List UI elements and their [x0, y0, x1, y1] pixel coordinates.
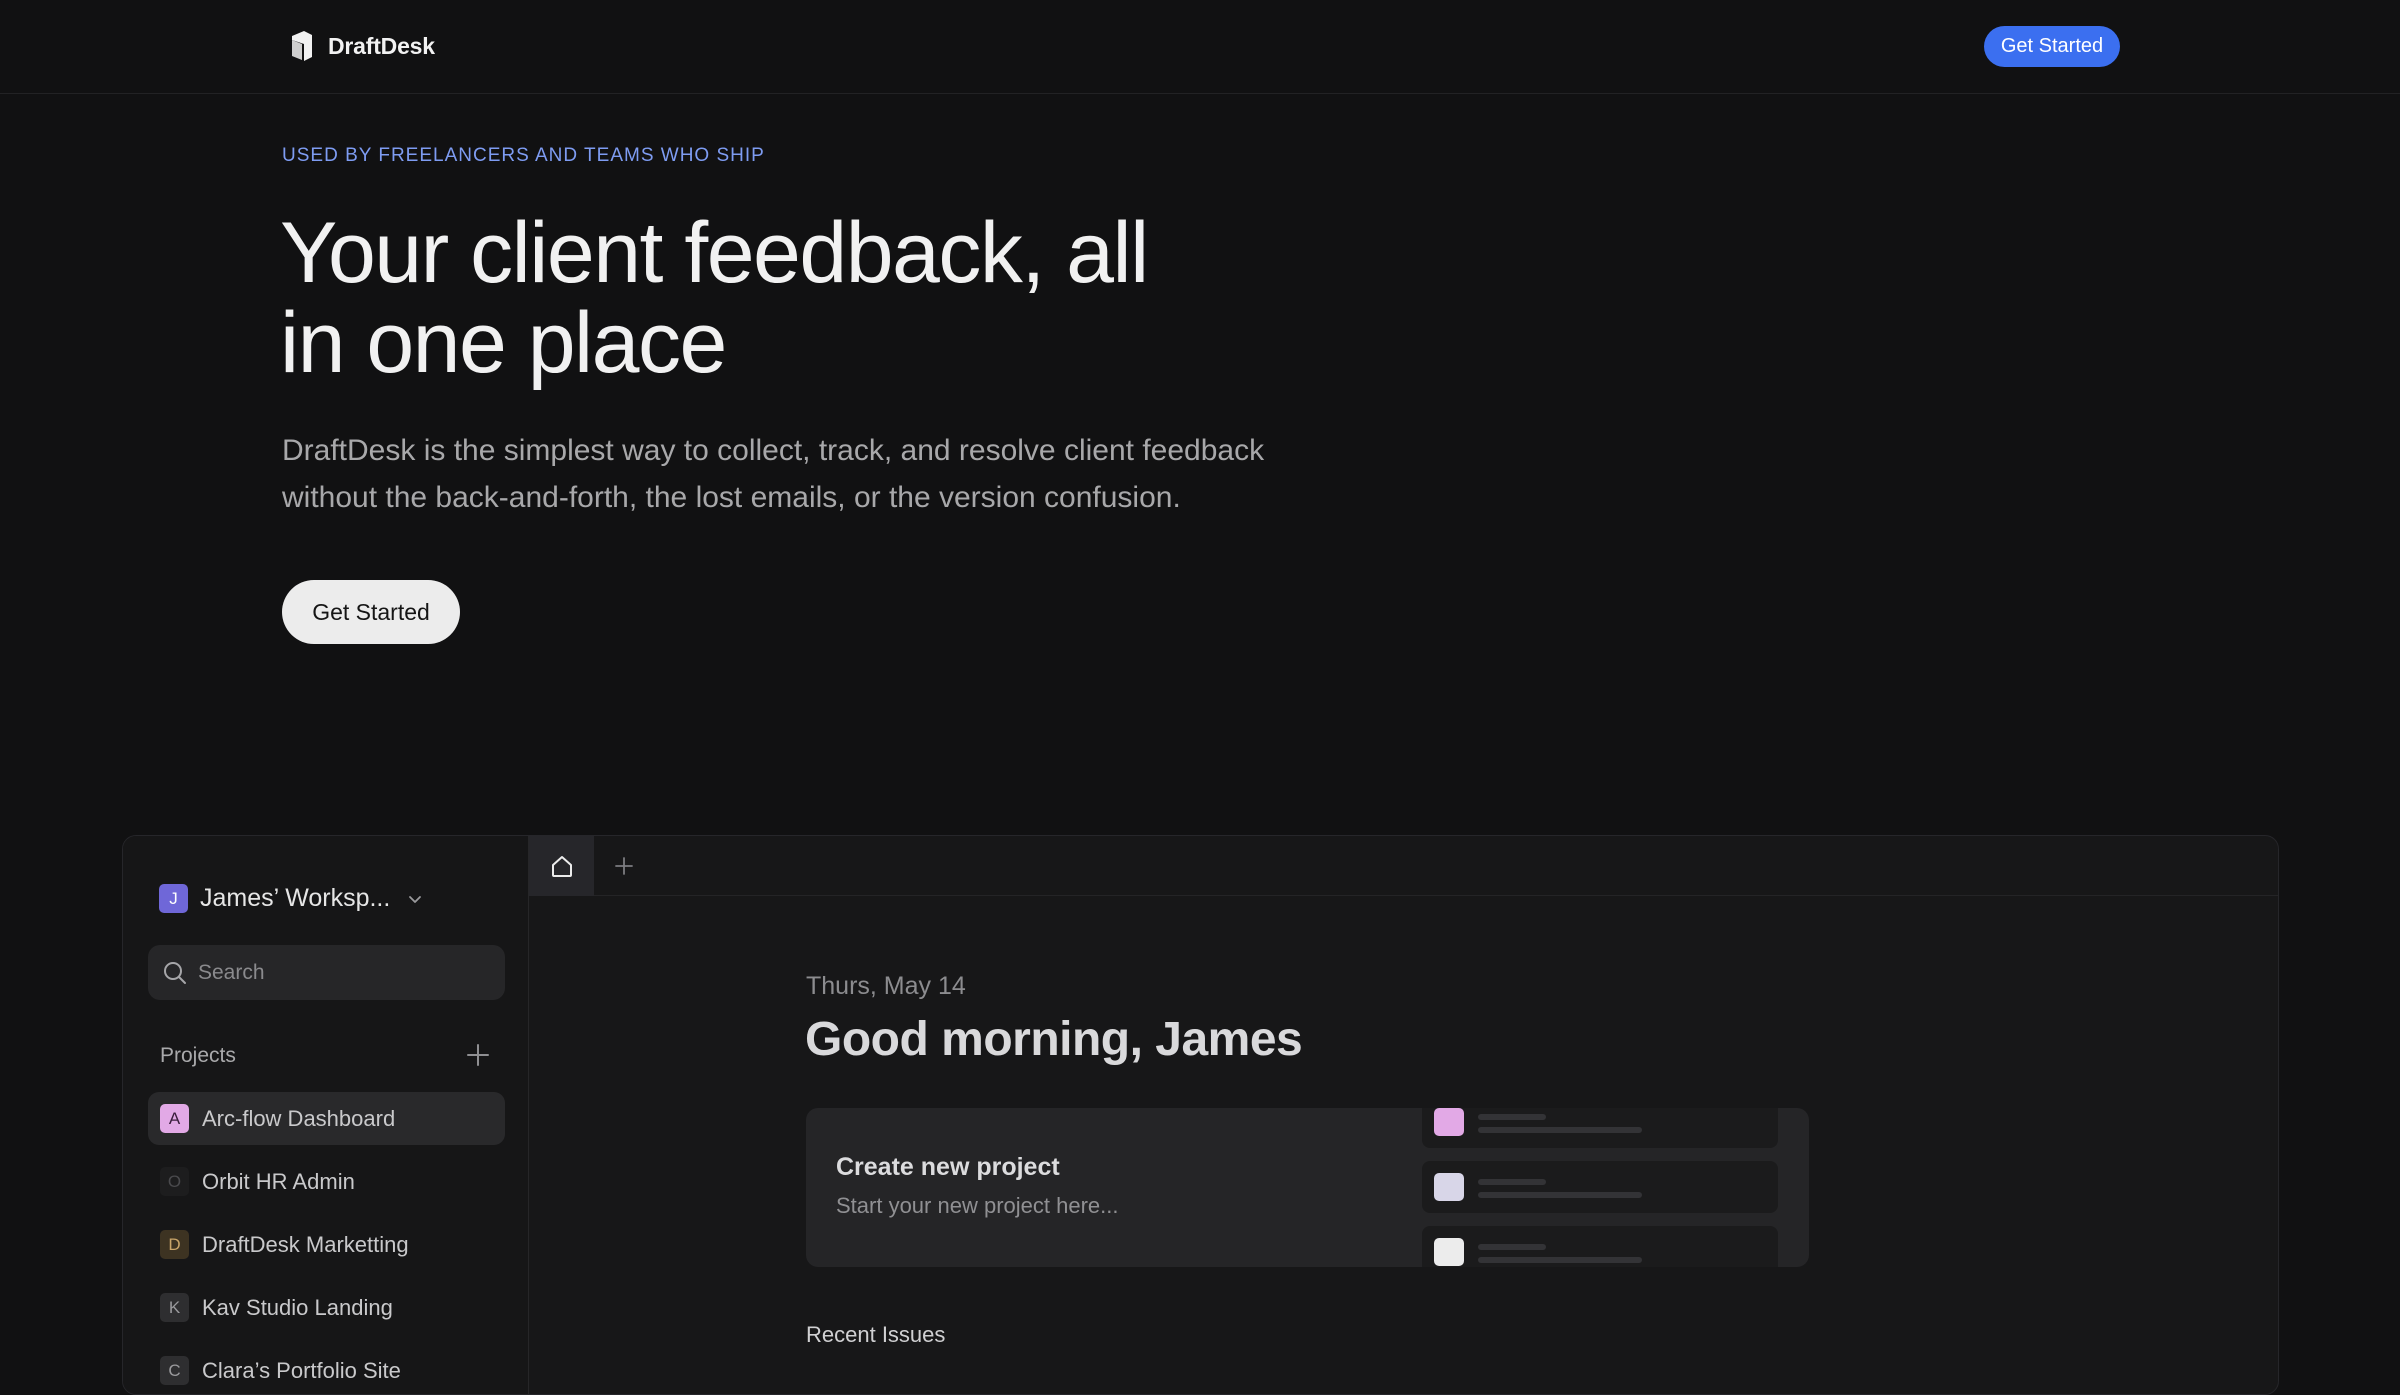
illustration-line — [1478, 1257, 1642, 1263]
card-title: Create new project — [836, 1153, 1060, 1181]
workspace-switcher[interactable]: J James’ Worksp... — [159, 884, 424, 913]
illustration-line — [1478, 1244, 1546, 1250]
sidebar-project-item[interactable]: C Clara’s Portfolio Site — [148, 1344, 505, 1394]
projects-heading: Projects — [160, 1044, 236, 1067]
illustration-swatch — [1434, 1108, 1464, 1136]
illustration-line — [1478, 1127, 1642, 1133]
project-list: A Arc-flow Dashboard O Orbit HR Admin D Draft… — [148, 1092, 505, 1394]
headline-line-1: Your client feedback, all — [280, 205, 1149, 301]
draftdesk-logo-icon — [292, 31, 312, 61]
current-date: Thurs, May 14 — [806, 972, 966, 1000]
illustration-row — [1422, 1108, 1778, 1148]
add-tab-icon[interactable] — [611, 853, 637, 879]
brand-name: DraftDesk — [328, 32, 435, 59]
project-label: Kav Studio Landing — [202, 1294, 393, 1320]
sidebar-project-item[interactable]: A Arc-flow Dashboard — [148, 1092, 505, 1145]
create-project-card[interactable]: Create new project Start your new projec… — [806, 1108, 1809, 1267]
brand-logo[interactable]: DraftDesk — [288, 30, 435, 62]
nav-get-started-button[interactable]: Get Started — [1984, 26, 2120, 67]
hero-subtitle: DraftDesk is the simplest way to collect… — [282, 427, 1362, 521]
top-nav: DraftDesk Get Started — [0, 0, 2400, 94]
search-input[interactable] — [198, 960, 478, 985]
project-label: Clara’s Portfolio Site — [202, 1357, 401, 1383]
project-avatar: C — [160, 1356, 189, 1385]
subtitle-line-2: without the back-and-forth, the lost ema… — [282, 481, 1181, 514]
project-label: Arc-flow Dashboard — [202, 1105, 396, 1131]
illustration-line — [1478, 1114, 1546, 1120]
project-avatar: D — [160, 1230, 189, 1259]
hero-get-started-button[interactable]: Get Started — [282, 580, 460, 644]
chevron-down-icon — [409, 895, 422, 903]
card-illustration — [1422, 1108, 1778, 1267]
project-avatar: O — [160, 1167, 189, 1196]
sidebar-project-item[interactable]: K Kav Studio Landing — [148, 1281, 505, 1334]
project-label: DraftDesk Marketting — [202, 1231, 409, 1257]
sidebar-search[interactable] — [148, 945, 505, 1000]
hero-headline: Your client feedback, all in one place — [280, 208, 1280, 388]
sidebar: J James’ Worksp... Projects A Arc-flow Da… — [123, 836, 529, 1394]
card-subtitle: Start your new project here... — [836, 1193, 1119, 1218]
project-avatar: K — [160, 1293, 189, 1322]
sidebar-project-item[interactable]: D DraftDesk Marketting — [148, 1218, 505, 1271]
project-avatar: A — [160, 1104, 189, 1133]
illustration-swatch — [1434, 1173, 1464, 1201]
app-preview-window: J James’ Worksp... Projects A Arc-flow Da… — [122, 835, 2279, 1395]
illustration-swatch — [1434, 1238, 1464, 1266]
hero-eyebrow: USED BY FREELANCERS AND TEAMS WHO SHIP — [282, 145, 765, 166]
illustration-line — [1478, 1192, 1642, 1198]
workspace-avatar: J — [159, 884, 188, 913]
project-label: Orbit HR Admin — [202, 1168, 355, 1194]
workspace-name: James’ Worksp... — [200, 884, 391, 912]
headline-line-2: in one place — [280, 295, 727, 391]
sidebar-project-item[interactable]: O Orbit HR Admin — [148, 1155, 505, 1208]
main-panel: Thurs, May 14 Good morning, James Create… — [529, 836, 2278, 1394]
illustration-row — [1422, 1226, 1778, 1267]
illustration-line — [1478, 1179, 1546, 1185]
home-icon — [551, 856, 572, 877]
illustration-row — [1422, 1161, 1778, 1213]
greeting: Good morning, James — [805, 1013, 1303, 1066]
tab-bar — [529, 836, 2278, 896]
search-icon — [164, 961, 186, 984]
tab-home[interactable] — [529, 836, 594, 896]
recent-issues-heading: Recent Issues — [806, 1322, 946, 1347]
subtitle-line-1: DraftDesk is the simplest way to collect… — [282, 434, 1265, 467]
add-project-icon[interactable] — [464, 1041, 492, 1069]
